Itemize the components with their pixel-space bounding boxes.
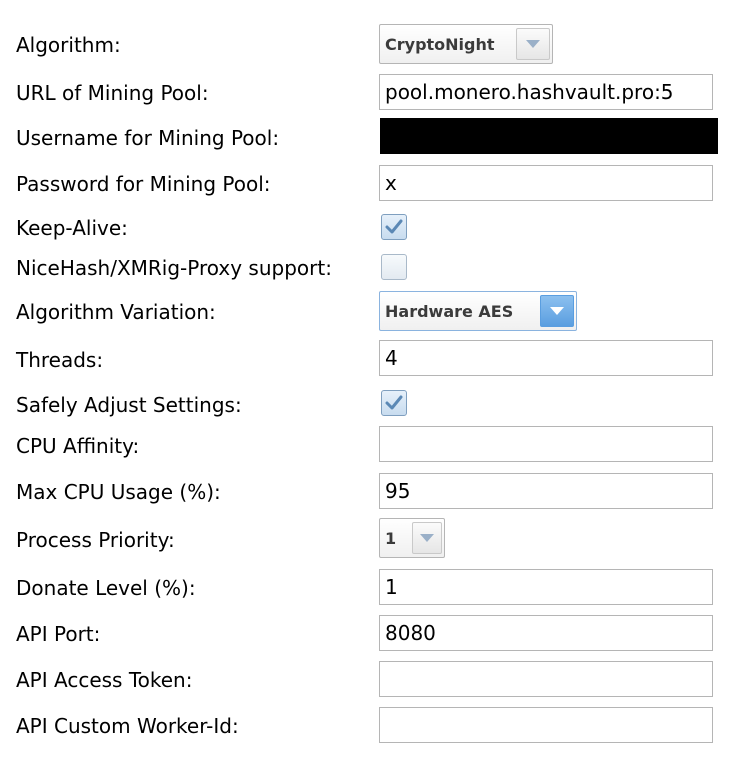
max-cpu-usage-input[interactable]: 95 [379,473,713,509]
algorithm-variation-label: Algorithm Variation: [16,300,216,324]
algorithm-variation-dropdown-button[interactable] [540,295,574,327]
process-priority-label: Process Priority: [16,528,175,552]
process-priority-value: 1 [385,528,397,548]
threads-input[interactable]: 4 [379,340,713,376]
checkmark-icon [385,219,403,234]
cpu-affinity-label: CPU Affinity: [16,434,140,458]
safely-adjust-label: Safely Adjust Settings: [16,393,242,417]
api-port-label: API Port: [16,622,101,646]
keep-alive-label: Keep-Alive: [16,216,128,240]
chevron-down-icon [526,40,540,48]
api-access-token-input[interactable] [379,661,713,697]
nicehash-label: NiceHash/XMRig-Proxy support: [16,256,332,280]
pool-url-input[interactable]: pool.monero.hashvault.pro:5 [379,74,713,110]
algorithm-select-value: CryptoNight [385,34,495,54]
algorithm-variation-value: Hardware AES [385,301,514,321]
algorithm-dropdown-button[interactable] [516,28,550,60]
process-priority-dropdown-button[interactable] [412,522,442,554]
algorithm-label: Algorithm: [16,33,121,57]
nicehash-checkbox[interactable] [381,254,407,280]
api-access-token-label: API Access Token: [16,668,193,692]
algorithm-variation-select[interactable]: Hardware AES [379,291,577,331]
pool-username-label: Username for Mining Pool: [16,126,280,150]
checkmark-icon [385,395,403,410]
max-cpu-usage-label: Max CPU Usage (%): [16,480,221,504]
threads-label: Threads: [16,348,104,372]
pool-password-label: Password for Mining Pool: [16,172,271,196]
safely-adjust-checkbox[interactable] [381,390,407,416]
pool-url-label: URL of Mining Pool: [16,81,209,105]
keep-alive-checkbox[interactable] [381,214,407,240]
donate-level-input[interactable]: 1 [379,569,713,605]
pool-username-input[interactable] [380,118,718,154]
chevron-down-icon [550,307,564,315]
algorithm-select[interactable]: CryptoNight [379,24,553,64]
pool-password-input[interactable]: x [379,165,713,201]
api-port-input[interactable]: 8080 [379,615,713,651]
api-worker-id-input[interactable] [379,707,713,743]
api-worker-id-label: API Custom Worker-Id: [16,714,239,738]
cpu-affinity-input[interactable] [379,426,713,462]
process-priority-select[interactable]: 1 [379,518,445,558]
chevron-down-icon [420,534,434,542]
donate-level-label: Donate Level (%): [16,576,196,600]
